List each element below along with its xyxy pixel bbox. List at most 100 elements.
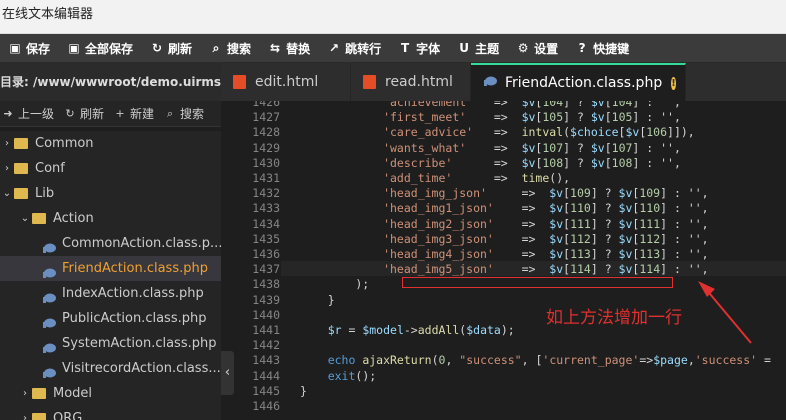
save-button[interactable]: ▣ 保存 <box>0 34 59 63</box>
help-icon: ? <box>578 41 586 55</box>
warning-icon: ! <box>671 76 676 90</box>
html5-icon <box>233 75 246 89</box>
goto-icon: ↗ <box>329 41 340 55</box>
tab-label: FriendAction.class.php <box>505 75 663 91</box>
tab-label: edit.html <box>255 74 319 90</box>
tree-file[interactable]: FriendAction.class.php <box>0 256 221 281</box>
tree-folder[interactable]: › Conf <box>0 156 221 181</box>
tree-folder[interactable]: › Common <box>0 131 221 156</box>
tree-folder[interactable]: ⌄ Action <box>0 206 221 231</box>
tree-item-label: ORG <box>53 411 83 420</box>
tab-read-html[interactable]: read.html <box>351 63 471 101</box>
tree-item-label: PublicAction.class.php <box>62 311 207 326</box>
folder-icon <box>32 213 46 224</box>
sidebar-action-label: 刷新 <box>80 107 105 121</box>
shortcuts-button[interactable]: ? 快捷键 <box>567 34 638 63</box>
tree-file[interactable]: PublicAction.class.php <box>0 306 221 331</box>
save-label: 保存 <box>26 41 51 56</box>
tree-item-label: SystemAction.class.php <box>62 336 217 351</box>
tree-folder[interactable]: › ORG <box>0 406 221 420</box>
tree-file[interactable]: IndexAction.class.php <box>0 281 221 306</box>
save-all-label: 全部保存 <box>85 41 134 56</box>
folder-icon <box>14 188 28 199</box>
editor-window: 在线文本编辑器 ▣ 保存 ▣ 全部保存 ↻ 刷新 ⌕ 搜索 ⇆ 替换 ↗ 跳转行 T 字体 U 主题 ⚙ 设置? 快… <box>0 0 786 420</box>
sidebar-actions: ➜ 上一级 ↻ 刷新 + 新建 ⌕ 搜索 <box>0 101 221 127</box>
search-button[interactable]: ⌕ 搜索 <box>201 34 260 63</box>
folder-icon <box>32 388 46 399</box>
tree-item-label: Model <box>53 386 93 401</box>
font-button[interactable]: T 字体 <box>390 34 449 63</box>
tree-file[interactable]: VisitrecordAction.class... <box>0 356 221 381</box>
tree-item-label: VisitrecordAction.class... <box>62 361 221 376</box>
replace-label: 替换 <box>286 41 311 56</box>
tree-item-label: FriendAction.class.php <box>62 261 208 276</box>
tree-file[interactable]: SystemAction.class.php <box>0 331 221 356</box>
chevron-icon[interactable]: › <box>19 406 31 420</box>
folder-icon <box>14 138 28 149</box>
sidebar-up-button[interactable]: ➜ 上一级 <box>2 105 64 122</box>
sidebar-action-label: 上一级 <box>18 107 55 121</box>
search-icon: ⌕ <box>166 106 174 120</box>
chevron-icon[interactable]: › <box>19 381 31 406</box>
goto-line-button[interactable]: ↗ 跳转行 <box>319 34 390 63</box>
tab-edit-html[interactable]: edit.html <box>221 63 351 101</box>
save-all-button[interactable]: ▣ 全部保存 <box>59 34 142 63</box>
save-icon: ▣ <box>9 41 21 55</box>
file-tree: › Common › Conf ⌄ Lib ⌄ Action CommonAction.clas… <box>0 131 221 420</box>
arrow-left-icon: ➜ <box>3 107 13 120</box>
tree-item-label: Lib <box>35 186 55 201</box>
refresh-label: 刷新 <box>168 41 193 56</box>
sidebar-search-button[interactable]: ⌕ 搜索 <box>164 105 214 122</box>
tree-folder[interactable]: ⌄ Lib <box>0 181 221 206</box>
theme-button[interactable]: U 主题 <box>449 34 508 63</box>
tree-folder[interactable]: › Model <box>0 381 221 406</box>
replace-icon: ⇆ <box>270 41 281 55</box>
annotation-arrow <box>698 281 752 344</box>
save-all-icon: ▣ <box>68 41 80 55</box>
chevron-icon[interactable]: ⌄ <box>19 206 31 231</box>
tree-file[interactable]: CommonAction.class.p... <box>0 231 221 256</box>
php-file-icon <box>483 75 497 91</box>
sidebar-collapse-button[interactable]: ‹ <box>221 351 234 395</box>
tab-bar: edit.html read.html FriendAction.class.php… <box>221 63 786 101</box>
code-editor[interactable]: 1426 1427 1428 1429 1430 1431 1432 1433 1434 1435… <box>221 101 786 420</box>
php-file-icon <box>42 313 56 328</box>
refresh-icon: ↻ <box>152 41 163 55</box>
sidebar-action-label: 搜索 <box>180 107 205 121</box>
settings-button[interactable]: ⚙ 设置 <box>508 34 567 63</box>
chevron-icon[interactable]: › <box>1 131 13 156</box>
php-file-icon <box>42 338 56 353</box>
window-title: 在线文本编辑器 <box>0 0 786 34</box>
goto-line-label: 跳转行 <box>345 41 382 56</box>
theme-icon: U <box>459 41 469 55</box>
php-file-icon <box>42 238 56 253</box>
gear-icon: ⚙ <box>517 41 529 55</box>
tree-item-label: Action <box>53 211 94 226</box>
directory-path: 目录: /www/wwwroot/demo.uirms.c... <box>0 63 221 101</box>
sidebar-action-label: 新建 <box>130 107 155 121</box>
annotation-text: 如上方法增加一行 <box>546 308 682 328</box>
font-icon: T <box>401 41 410 55</box>
sidebar-refresh-button[interactable]: ↻ 刷新 <box>64 105 114 122</box>
tab-friendaction-class-php[interactable]: FriendAction.class.php! <box>471 63 686 101</box>
php-file-icon <box>42 363 56 378</box>
shortcuts-label: 快捷键 <box>593 41 630 56</box>
font-label: 字体 <box>416 41 441 56</box>
chevron-icon[interactable]: ⌄ <box>1 181 13 206</box>
tab-label: read.html <box>385 74 453 90</box>
toolbar: ▣ 保存 ▣ 全部保存 ↻ 刷新 ⌕ 搜索 ⇆ 替换 ↗ 跳转行 T 字体 U 主题 ⚙ 设置? 快捷键 <box>0 34 786 63</box>
search-icon: ⌕ <box>212 41 220 55</box>
settings-label: 设置 <box>534 41 559 56</box>
sidebar-new-button[interactable]: + 新建 <box>114 105 164 122</box>
search-label: 搜索 <box>227 41 252 56</box>
chevron-icon[interactable]: › <box>1 156 13 181</box>
html5-icon <box>363 75 376 89</box>
tree-item-label: CommonAction.class.p... <box>62 236 221 251</box>
php-file-icon <box>42 263 56 278</box>
replace-button[interactable]: ⇆ 替换 <box>260 34 319 63</box>
folder-icon <box>14 163 28 174</box>
theme-label: 主题 <box>475 41 500 56</box>
tree-item-label: Conf <box>35 161 65 176</box>
plus-icon: + <box>115 107 125 120</box>
refresh-button[interactable]: ↻ 刷新 <box>142 34 201 63</box>
